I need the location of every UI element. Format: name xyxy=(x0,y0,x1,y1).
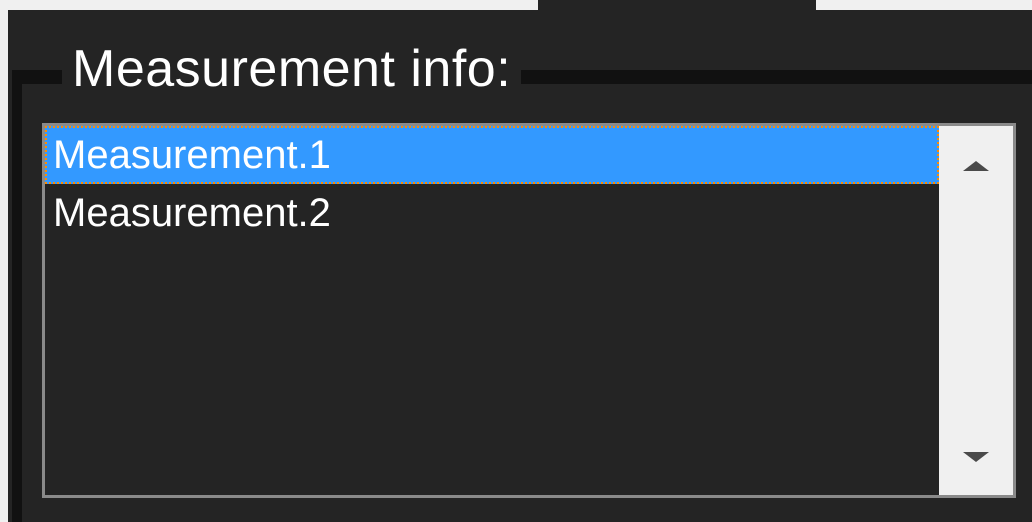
list-item-measurement-2[interactable]: Measurement.2 xyxy=(45,184,939,242)
measurement-info-window: Measurement info: Measurement.1 Measurem… xyxy=(0,0,1032,522)
top-strip xyxy=(0,0,1032,10)
measurement-listbox[interactable]: Measurement.1 Measurement.2 xyxy=(42,123,1016,498)
scroll-down-arrow-icon xyxy=(963,452,989,462)
groupbox-title: Measurement info: xyxy=(62,38,522,100)
scroll-up-button[interactable] xyxy=(939,136,1013,196)
vertical-scrollbar[interactable] xyxy=(939,126,1013,495)
scroll-down-button[interactable] xyxy=(939,427,1013,487)
list-item-measurement-1[interactable]: Measurement.1 xyxy=(45,126,939,184)
listbox-items: Measurement.1 Measurement.2 xyxy=(45,126,939,495)
active-tab-edge xyxy=(538,0,816,10)
scroll-up-arrow-icon xyxy=(963,161,989,171)
